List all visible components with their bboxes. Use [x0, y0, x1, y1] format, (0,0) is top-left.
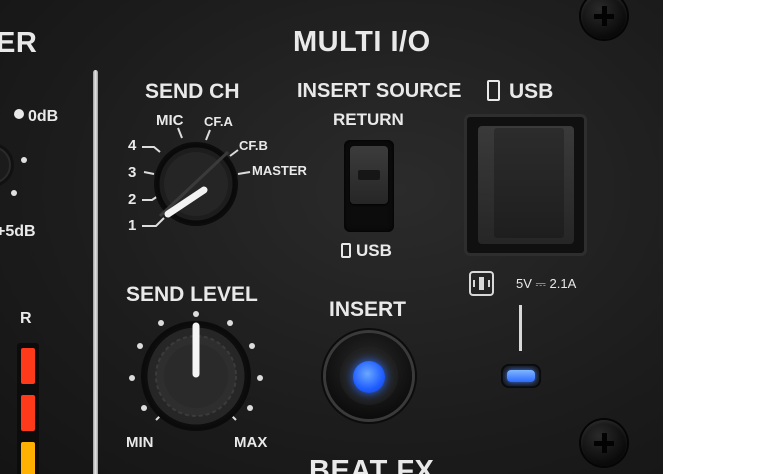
send-level-knob[interactable] — [141, 321, 251, 431]
mixer-panel: ER 0dB +5dB R MULTI I/O BEAT FX SEND CH … — [0, 0, 663, 474]
send-ch-knob[interactable] — [154, 142, 238, 226]
knob-graphics — [0, 127, 263, 431]
left-partial-knob — [0, 144, 27, 196]
